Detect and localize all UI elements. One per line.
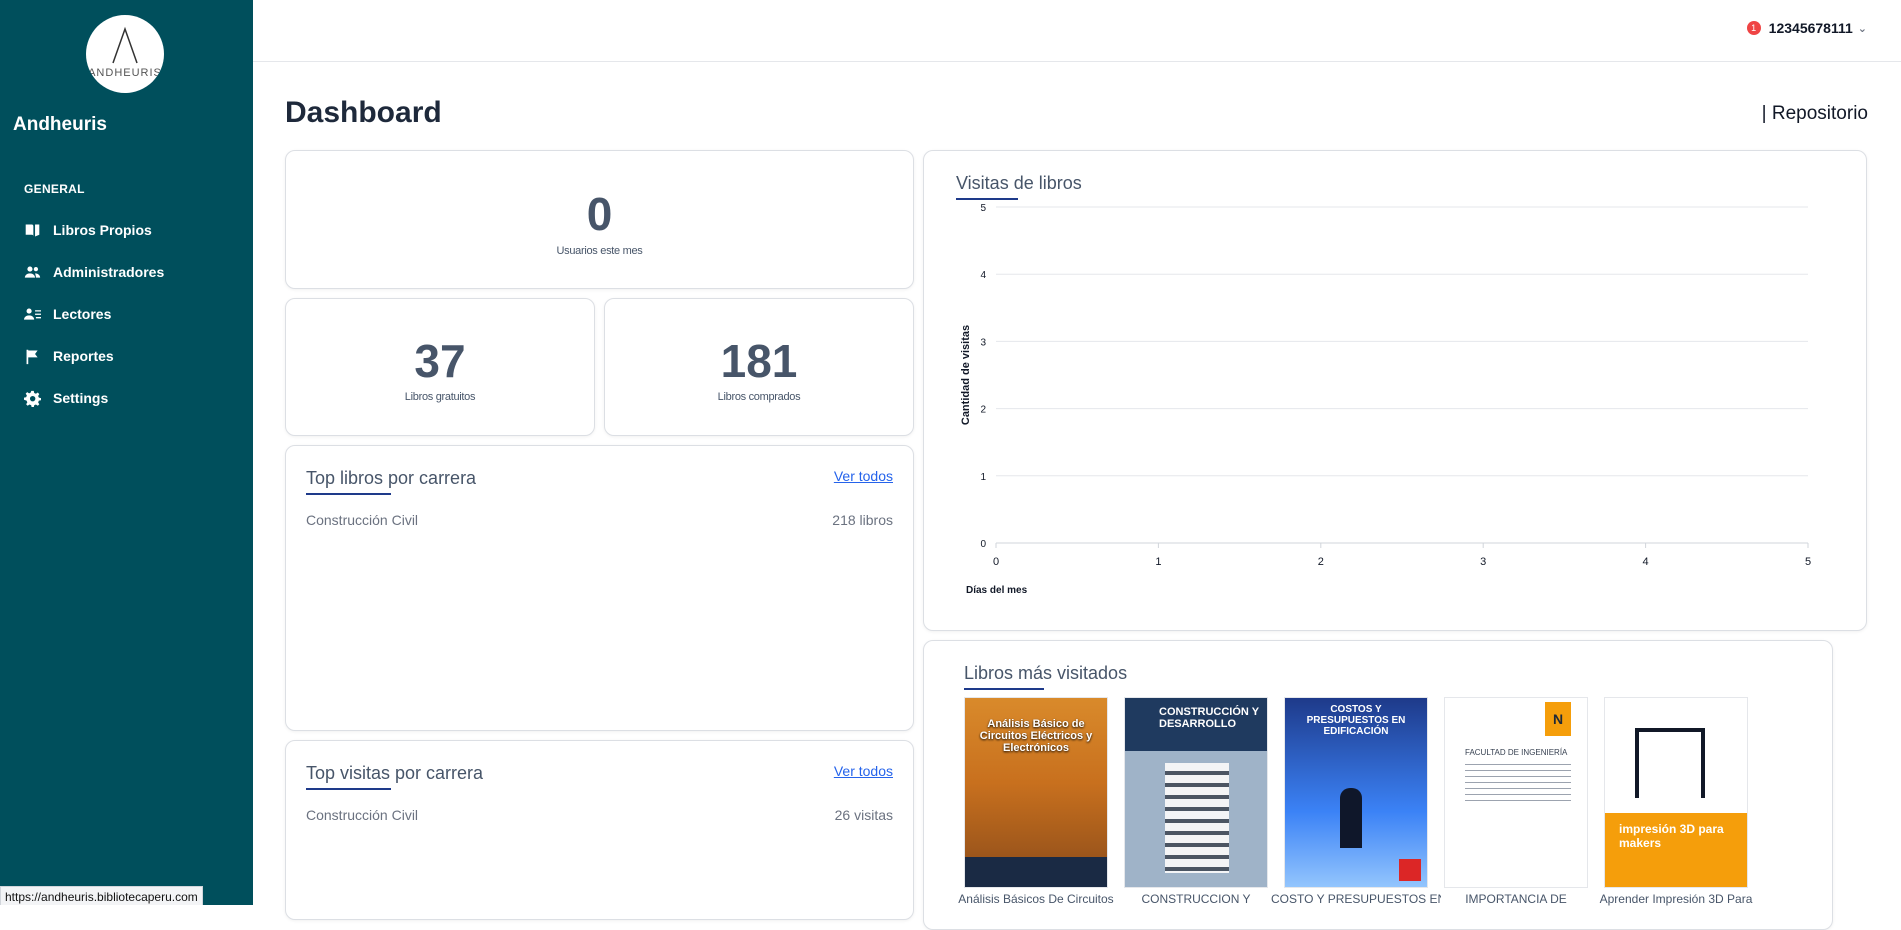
book-cover: impresión 3D para makers xyxy=(1604,697,1748,888)
readers-icon xyxy=(24,306,41,323)
book-title: Aprender Impresión 3D Para xyxy=(1591,892,1761,906)
brand-name: Andheuris xyxy=(13,114,107,136)
users-icon xyxy=(24,264,41,281)
top-books-title: Top libros por carrera xyxy=(306,468,476,489)
sidebar-item-label: Settings xyxy=(53,390,108,406)
book-title: IMPORTANCIA DE xyxy=(1431,892,1601,906)
y-tick-label: 4 xyxy=(980,270,986,281)
career-count: 26 visitas xyxy=(835,807,893,823)
x-tick-label: 3 xyxy=(1480,556,1486,568)
list-item: Construcción Civil 26 visitas xyxy=(306,807,893,823)
book-cover: N FACULTAD DE INGENIERÍA xyxy=(1444,697,1588,888)
users-stat-card: 0 Usuarios este mes xyxy=(285,150,914,289)
top-visits-card: Top visitas por carrera Ver todos Constr… xyxy=(285,740,914,920)
top-books-card: Top libros por carrera Ver todos Constru… xyxy=(285,445,914,731)
chevron-down-icon: ⌄ xyxy=(1858,22,1867,35)
y-tick-label: 3 xyxy=(980,337,986,348)
user-menu[interactable]: 1 12345678111 ⌄ xyxy=(1747,20,1867,36)
book-title: COSTO Y PRESUPUESTOS EN xyxy=(1271,892,1441,906)
bought-books-card: 181 Libros comprados xyxy=(604,298,914,436)
book-cover: COSTOS Y PRESUPUESTOS EN EDIFICACIÓN xyxy=(1284,697,1428,888)
book-icon xyxy=(24,222,41,239)
free-books-count: 37 xyxy=(286,334,594,388)
top-visits-ver-todos-link[interactable]: Ver todos xyxy=(834,763,893,779)
status-bar-url: https://andheuris.bibliotecaperu.com xyxy=(0,886,203,905)
bought-books-label: Libros comprados xyxy=(605,391,913,403)
visits-chart-card: Visitas de libros 012345012345Días del m… xyxy=(923,150,1867,631)
flag-icon xyxy=(24,348,41,365)
x-tick-label: 2 xyxy=(1318,556,1324,568)
sidebar-item-libros-propios[interactable]: Libros Propios xyxy=(24,217,234,243)
sidebar-item-administradores[interactable]: Administradores xyxy=(24,259,234,285)
x-tick-label: 4 xyxy=(1643,556,1649,568)
gear-icon xyxy=(24,390,41,407)
sidebar-item-label: Administradores xyxy=(53,264,164,280)
users-count: 0 xyxy=(286,187,913,241)
book-card[interactable]: Análisis Básico de Circuitos Eléctricos … xyxy=(964,697,1108,906)
y-axis-label: Cantidad de visitas xyxy=(960,325,972,425)
career-name: Construcción Civil xyxy=(306,512,418,528)
topbar: 1 12345678111 ⌄ xyxy=(253,0,1901,62)
free-books-card: 37 Libros gratuitos xyxy=(285,298,595,436)
nav-section-general: GENERAL xyxy=(24,182,85,196)
list-item: Construcción Civil 218 libros xyxy=(306,512,893,528)
sidebar-item-reportes[interactable]: Reportes xyxy=(24,343,234,369)
bought-books-count: 181 xyxy=(605,334,913,388)
x-tick-label: 0 xyxy=(993,556,999,568)
x-axis-label: Días del mes xyxy=(966,585,1028,596)
visits-chart: 0 1 2 3 4 5 0 1 2 3 4 5 Días del mes Cantidad de visi… xyxy=(924,181,1864,621)
sidebar-item-lectores[interactable]: Lectores xyxy=(24,301,234,327)
book-card[interactable]: N FACULTAD DE INGENIERÍA IMPORTANCIA DE xyxy=(1444,697,1588,906)
y-tick-label: 2 xyxy=(980,405,986,416)
book-title: Análisis Básicos De Circuitos xyxy=(951,892,1121,906)
book-cover: Análisis Básico de Circuitos Eléctricos … xyxy=(964,697,1108,888)
y-tick-label: 0 xyxy=(980,539,986,550)
book-cover: CONSTRUCCIÓN Y DESARROLLO xyxy=(1124,697,1268,888)
x-tick-label: 1 xyxy=(1155,556,1161,568)
career-count: 218 libros xyxy=(832,512,893,528)
top-books-ver-todos-link[interactable]: Ver todos xyxy=(834,468,893,484)
top-visits-title: Top visitas por carrera xyxy=(306,763,483,784)
popular-books-title: Libros más visitados xyxy=(964,663,1127,684)
page-title: Dashboard xyxy=(285,96,442,130)
logo[interactable]: ANDHEURIS xyxy=(86,15,164,93)
sidebar: ANDHEURIS Andheuris GENERAL Libros Propi… xyxy=(0,0,253,905)
book-card[interactable]: impresión 3D para makers Aprender Impres… xyxy=(1604,697,1748,906)
logo-text: ANDHEURIS xyxy=(86,67,164,79)
y-tick-label: 1 xyxy=(980,472,986,483)
sidebar-item-label: Reportes xyxy=(53,348,114,364)
username: 12345678111 xyxy=(1769,20,1853,36)
book-card[interactable]: COSTOS Y PRESUPUESTOS EN EDIFICACIÓN COS… xyxy=(1284,697,1428,906)
book-title: CONSTRUCCION Y xyxy=(1111,892,1281,906)
book-card[interactable]: CONSTRUCCIÓN Y DESARROLLO CONSTRUCCION Y xyxy=(1124,697,1268,906)
notification-badge: 1 xyxy=(1747,21,1761,35)
sidebar-item-label: Lectores xyxy=(53,306,111,322)
y-tick-label: 5 xyxy=(980,203,986,214)
x-tick-label: 5 xyxy=(1805,556,1811,568)
career-name: Construcción Civil xyxy=(306,807,418,823)
users-label: Usuarios este mes xyxy=(286,245,913,257)
free-books-label: Libros gratuitos xyxy=(286,391,594,403)
sidebar-item-label: Libros Propios xyxy=(53,222,152,238)
sidebar-item-settings[interactable]: Settings xyxy=(24,385,234,411)
repositorio-link[interactable]: | Repositorio xyxy=(1762,103,1868,125)
